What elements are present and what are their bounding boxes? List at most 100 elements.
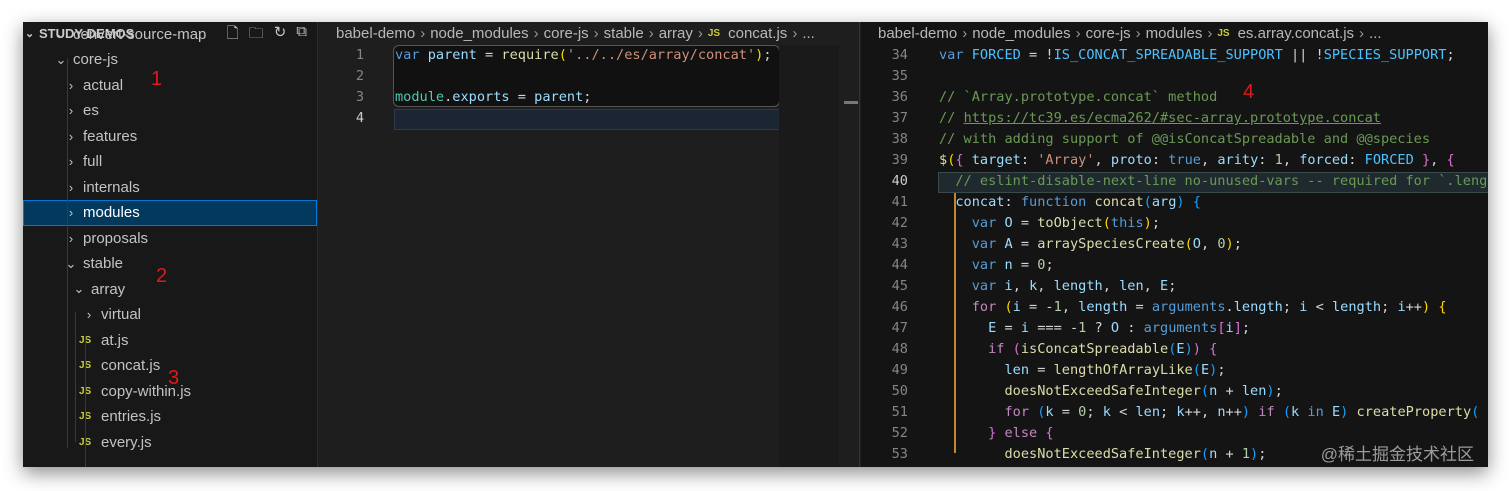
breadcrumb-item[interactable]: core-js [1086,25,1131,42]
breadcrumb-item[interactable]: node_modules [430,25,528,42]
breadcrumb-item[interactable]: babel-demo [878,25,957,42]
js-file-icon: JS [79,411,97,422]
code-line[interactable]: var parent = require('../../es/array/con… [395,45,772,66]
code-token: O [1110,320,1120,336]
code-token: length [1233,299,1283,315]
code-token: doesNotExceedSafeInteger [1004,383,1201,399]
chevron-right-icon: › [792,25,798,42]
tree-indent-guide [85,336,86,467]
code-token: else [1004,425,1038,441]
item-label: es [83,102,99,120]
code-token: for [971,299,997,315]
item-label: internals [83,178,140,196]
code-token: arraySpeciesCreate [1037,236,1185,252]
breadcrumb-item[interactable]: core-js [544,25,589,42]
line-number: 34 [891,47,908,63]
breadcrumb: babel-demo › node_modules › core-js › modules ›… [861,22,1488,45]
item-label: stable [83,255,124,273]
code-line[interactable]: concat: function concat(arg) { [939,192,1201,213]
code-token: ; [1045,257,1054,273]
editor-es-array-concat: babel-demo › node_modules › core-js › modules ›… [861,22,1488,467]
code-token: = [1012,215,1038,231]
line-number: 45 [891,278,908,294]
code-line[interactable]: // with adding support of @@isConcatSpre… [939,129,1430,150]
chevron-right-icon: › [420,25,426,42]
code-line[interactable]: doesNotExceedSafeInteger(n + 1); [939,444,1266,465]
chevron-right-icon: › [533,25,539,42]
tree-indent-guide [67,57,68,448]
code-line[interactable]: len = lengthOfArrayLike(E); [939,360,1225,381]
code-token: { [1438,299,1447,315]
minimap[interactable] [779,45,839,467]
code-token: FORCED [1364,152,1414,168]
code-line[interactable]: var FORCED = !IS_CONCAT_SPREADABLE_SUPPO… [939,45,1455,66]
code-token: = [1029,362,1054,378]
line-number: 41 [891,194,908,210]
line-number: 37 [891,110,908,126]
code-token: // `Array.prototype.concat` method [939,89,1218,105]
code-line[interactable]: if (isConcatSpreadable(E)) { [939,339,1217,360]
code-token: { [1209,341,1218,357]
code-token: + [1217,446,1242,462]
line-number: 38 [891,131,908,147]
item-label: features [83,127,138,145]
code-token: var [971,236,997,252]
line-number: 48 [891,341,908,357]
breadcrumb-item[interactable]: modules [1146,25,1203,42]
code-line[interactable]: doesNotExceedSafeInteger(n + len); [939,381,1282,402]
code-token: = ! [1020,47,1054,63]
code-token: = [1012,257,1038,273]
vertical-scrollbar[interactable] [844,45,858,467]
code-line[interactable]: var i, k, length, len, E; [939,276,1177,297]
folder-item[interactable]: ⌄ convert-source-map [23,22,317,47]
breadcrumb-item[interactable]: node_modules [972,25,1070,42]
code-line[interactable]: // `Array.prototype.concat` method [939,87,1217,108]
code-token: === - [1029,320,1079,336]
code-token: ; [1241,320,1251,336]
code-line[interactable]: // https://tc39.es/ecma262/#sec-array.pr… [939,108,1381,129]
code-line[interactable]: // eslint-disable-next-line no-unused-va… [939,171,1488,192]
code-line[interactable]: $({ target: 'Array', proto: true, arity:… [939,150,1455,171]
code-line[interactable]: for (i = -1, length = arguments.length; … [939,297,1447,318]
breadcrumb-item[interactable]: es.array.concat.js [1238,25,1354,42]
code-token: k [1176,404,1185,420]
code-token: if [988,341,1005,357]
code-token: k [1291,404,1300,420]
breadcrumb-item[interactable]: concat.js [728,25,787,42]
code-line[interactable]: var n = 0; [939,255,1054,276]
breadcrumb-item[interactable]: array [659,25,693,42]
line-number: 51 [891,404,908,420]
breadcrumb-item[interactable]: ... [802,25,815,42]
code-token: , [1430,152,1447,168]
chevron-right-icon: › [593,25,599,42]
code-token: n [1004,257,1013,273]
code-token: 0 [1217,236,1226,252]
explorer-sidebar: ⌄ STUDY-DEMOS 🗋 🗀 ↻ ⧉ ⌄ convert-source-ma… [23,22,318,467]
code-line[interactable]: var A = arraySpeciesCreate(O, 0); [939,234,1242,255]
code-token: 1 [1241,446,1251,462]
code-token: 1 [1053,299,1062,315]
code-token: ; [1258,446,1267,462]
breadcrumb-item[interactable]: stable [604,25,644,42]
breadcrumb-item[interactable]: babel-demo [336,25,415,42]
code-line[interactable]: var O = toObject(this); [939,213,1160,234]
annotation-4: 4 [1243,81,1255,103]
code-line[interactable]: module.exports = parent; [395,87,591,108]
code-token: arguments [1143,320,1218,336]
breadcrumb-item[interactable]: ... [1369,25,1382,42]
item-label: concat.js [101,357,161,375]
item-label: proposals [83,229,149,247]
code-line[interactable]: for (k = 0; k < len; k++, n++) if (k in … [939,402,1479,423]
item-label: full [83,153,103,171]
code-token: E [1200,362,1210,378]
line-number: 36 [891,89,908,105]
code-token: ; [1381,299,1398,315]
code-line[interactable]: } else { [939,423,1054,444]
scrollbar-thumb[interactable] [844,101,858,104]
code-line[interactable]: E = i === -1 ? O : arguments[i]; [939,318,1250,339]
